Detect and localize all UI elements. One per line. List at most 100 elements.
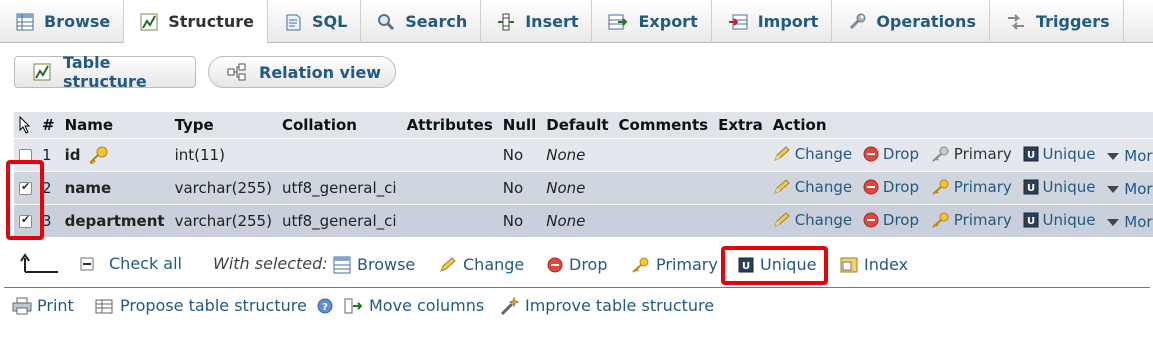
svg-text:U: U — [1026, 183, 1034, 194]
more-action[interactable]: More — [1106, 147, 1153, 165]
table-row: 1 id int(11) No None Change Drop Primary… — [14, 138, 1153, 172]
index-icon — [840, 257, 858, 273]
header-extra: Extra — [713, 112, 768, 139]
header-comments: Comments — [613, 112, 714, 139]
primary-action[interactable]: Primary — [930, 211, 1012, 229]
tab-sql[interactable]: SQL — [268, 0, 362, 43]
row-comments — [613, 171, 714, 205]
drop-action[interactable]: Drop — [863, 145, 919, 163]
structure-icon — [33, 63, 51, 81]
svg-text:?: ? — [322, 302, 328, 313]
row-type: int(11) — [169, 138, 277, 172]
unique-icon: U — [1023, 179, 1039, 195]
unique-action[interactable]: U Unique — [1023, 211, 1095, 229]
divider — [4, 287, 1150, 288]
header-name: Name — [59, 112, 170, 139]
tab-export[interactable]: Export — [592, 0, 712, 43]
wrench-icon — [848, 13, 866, 31]
bulk-change-button[interactable]: Change — [439, 255, 524, 274]
printer-icon — [12, 297, 32, 315]
print-link[interactable]: Print — [12, 296, 74, 315]
row-default: None — [546, 146, 586, 164]
table-row: 3 department varchar(255) utf8_general_c… — [14, 204, 1153, 238]
check-all-label: Check all — [109, 254, 182, 273]
pencil-icon — [773, 178, 791, 195]
unique-icon: U — [1023, 212, 1039, 228]
key-icon — [930, 212, 950, 228]
help-icon[interactable]: ? — [317, 298, 333, 314]
row-extra — [713, 138, 768, 172]
bulk-index-button[interactable]: Index — [840, 255, 908, 274]
change-action[interactable]: Change — [773, 211, 852, 229]
key-icon — [930, 146, 950, 162]
table-propose-icon — [95, 297, 115, 315]
row-name: id — [64, 145, 81, 164]
bulk-browse-button[interactable]: Browse — [333, 255, 415, 274]
table-structure-label: Table structure — [63, 53, 147, 91]
structure-icon — [140, 13, 158, 31]
drop-action[interactable]: Drop — [863, 211, 919, 229]
primary-action[interactable]: Primary — [930, 178, 1012, 196]
drop-icon — [863, 212, 879, 228]
tab-insert-label: Insert — [525, 12, 579, 31]
table-row: 2 name varchar(255) utf8_general_ci No N… — [14, 171, 1153, 205]
relation-view-button[interactable]: Relation view — [208, 56, 397, 88]
relation-view-label: Relation view — [259, 62, 382, 82]
pencil-icon — [439, 256, 457, 273]
pencil-icon — [773, 211, 791, 228]
tab-structure[interactable]: Structure — [124, 0, 268, 44]
tab-insert[interactable]: Insert — [481, 0, 593, 43]
move-columns-icon — [344, 297, 364, 315]
change-action[interactable]: Change — [773, 178, 852, 196]
tab-operations[interactable]: Operations — [832, 0, 990, 43]
pencil-icon — [773, 145, 791, 162]
bulk-drop-button[interactable]: Drop — [547, 255, 608, 274]
primary-action[interactable]: Primary — [930, 145, 1012, 163]
row-default: None — [546, 212, 586, 230]
drop-action[interactable]: Drop — [863, 178, 919, 196]
tab-search-label: Search — [405, 12, 468, 31]
row-null: No — [497, 204, 542, 238]
tab-triggers[interactable]: Triggers — [990, 0, 1124, 43]
checkbox-highlight — [6, 160, 44, 240]
unique-action[interactable]: U Unique — [1023, 178, 1095, 196]
tab-search[interactable]: Search — [361, 0, 482, 43]
svg-text:U: U — [1026, 216, 1034, 227]
row-default: None — [546, 179, 586, 197]
check-all-button[interactable]: Check all — [80, 254, 182, 273]
insert-icon — [497, 13, 515, 31]
more-action[interactable]: More — [1106, 180, 1153, 198]
row-comments — [613, 138, 714, 172]
unique-highlight — [721, 246, 828, 285]
tab-operations-label: Operations — [876, 12, 976, 31]
bulk-actions-bar: Check all With selected: Browse Change D… — [0, 252, 1153, 278]
tab-import[interactable]: Import — [712, 0, 833, 43]
header-collation: Collation — [276, 112, 402, 139]
change-action[interactable]: Change — [773, 145, 852, 163]
propose-structure-link[interactable]: Propose table structure ? — [95, 296, 333, 315]
improve-structure-link[interactable]: Improve table structure — [500, 296, 714, 315]
table-structure-button[interactable]: Table structure — [14, 53, 196, 91]
row-collation: utf8_general_ci — [276, 204, 402, 238]
move-columns-link[interactable]: Move columns — [344, 296, 484, 315]
more-action[interactable]: More — [1106, 213, 1153, 231]
drop-icon — [863, 146, 879, 162]
row-extra — [713, 171, 768, 205]
row-comments — [613, 204, 714, 238]
tab-import-label: Import — [757, 12, 819, 31]
row-attributes — [401, 171, 498, 205]
row-collation: utf8_general_ci — [276, 171, 402, 205]
unique-action[interactable]: U Unique — [1023, 145, 1095, 163]
row-default-cell: None — [541, 204, 614, 238]
unique-icon: U — [1023, 146, 1039, 162]
header-num: # — [37, 112, 60, 139]
checkbox-minus-icon — [80, 257, 94, 271]
with-selected-label: With selected: — [213, 254, 328, 273]
bulk-primary-button[interactable]: Primary — [630, 255, 718, 274]
tab-browse[interactable]: Browse — [0, 0, 125, 43]
row-actions: Change Drop Primary UUnique More — [767, 204, 1153, 238]
row-name: department — [59, 204, 170, 238]
browse-icon — [333, 256, 351, 274]
triggers-icon — [1006, 13, 1026, 31]
header-action: Action — [767, 112, 1153, 139]
